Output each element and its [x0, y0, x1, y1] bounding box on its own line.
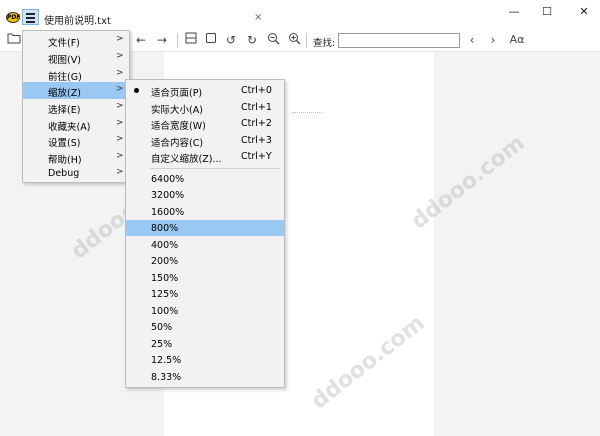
- chevron-right-icon: >: [116, 118, 124, 128]
- chevron-right-icon: >: [116, 51, 124, 61]
- shortcut-label: Ctrl+0: [241, 85, 272, 96]
- menu-item-label: 前往(G): [48, 72, 82, 83]
- menu-item-label: 1600%: [151, 207, 185, 218]
- find-next-icon[interactable]: ›: [485, 32, 501, 48]
- forward-arrow-icon[interactable]: →: [154, 32, 170, 48]
- main-menu: 文件(F) > 视图(V) > 前往(G) > 缩放(Z) > 选择(E) > …: [22, 30, 130, 183]
- rotate-right-icon[interactable]: ↻: [244, 32, 260, 48]
- menu-item-label: 文件(F): [48, 38, 80, 49]
- menu-item-label: 400%: [151, 240, 179, 251]
- zoom-level-item[interactable]: 12.5%: [126, 352, 284, 368]
- document-text-line: [292, 112, 322, 115]
- menu-item-help[interactable]: 帮助(H) >: [23, 149, 129, 166]
- zoom-level-item[interactable]: 50%: [126, 319, 284, 335]
- zoom-level-item-highlighted[interactable]: 800%: [126, 220, 284, 236]
- maximize-button[interactable]: ☐: [535, 4, 559, 20]
- zoom-level-item[interactable]: 25%: [126, 336, 284, 352]
- shortcut-label: Ctrl+1: [241, 102, 272, 113]
- menu-item-label: 自定义缩放(Z)...: [151, 154, 222, 165]
- menu-item-label: 125%: [151, 289, 179, 300]
- chevron-right-icon: >: [116, 68, 124, 78]
- zoom-fit-page-item[interactable]: 适合页面(P) Ctrl+0: [126, 82, 284, 99]
- zoom-in-icon[interactable]: [286, 32, 302, 48]
- zoom-level-item[interactable]: 6400%: [126, 171, 284, 187]
- menu-item-view[interactable]: 视图(V) >: [23, 49, 129, 66]
- minimize-button[interactable]: —: [502, 4, 526, 20]
- zoom-level-item[interactable]: 100%: [126, 303, 284, 319]
- zoom-fit-width-item[interactable]: 适合宽度(W) Ctrl+2: [126, 115, 284, 132]
- menu-item-label: 200%: [151, 256, 179, 267]
- menu-item-goto[interactable]: 前往(G) >: [23, 66, 129, 83]
- menu-item-zoom[interactable]: 缩放(Z) >: [23, 82, 129, 99]
- chevron-right-icon: >: [116, 34, 124, 44]
- shortcut-label: Ctrl+2: [241, 118, 272, 129]
- menu-item-select[interactable]: 选择(E) >: [23, 99, 129, 116]
- zoom-level-item[interactable]: 125%: [126, 286, 284, 302]
- shortcut-label: Ctrl+Y: [241, 151, 272, 162]
- menu-item-file[interactable]: 文件(F) >: [23, 32, 129, 49]
- menu-item-label: 800%: [151, 223, 179, 234]
- document-tab-title[interactable]: 使用前说明.txt: [44, 12, 111, 27]
- menu-item-label: 设置(S): [48, 138, 81, 149]
- rotate-left-icon[interactable]: ↺: [223, 32, 239, 48]
- menu-item-label: 适合页面(P): [151, 88, 203, 99]
- menu-item-label: 25%: [151, 339, 173, 350]
- chevron-right-icon: >: [116, 151, 124, 161]
- menu-item-favorites[interactable]: 收藏夹(A) >: [23, 116, 129, 133]
- menu-separator: [150, 168, 280, 169]
- toolbar-divider: [306, 33, 307, 48]
- zoom-level-item[interactable]: 400%: [126, 237, 284, 253]
- close-window-button[interactable]: ✕: [572, 4, 596, 20]
- menu-item-label: 12.5%: [151, 355, 182, 366]
- zoom-out-icon[interactable]: [265, 32, 281, 48]
- menu-item-label: 适合宽度(W): [151, 121, 206, 132]
- menu-item-label: Debug: [48, 168, 80, 179]
- shortcut-label: Ctrl+3: [241, 135, 272, 146]
- actual-size-icon[interactable]: [203, 32, 219, 48]
- font-settings-icon[interactable]: Aα: [507, 32, 527, 48]
- zoom-submenu: 适合页面(P) Ctrl+0 实际大小(A) Ctrl+1 适合宽度(W) Ct…: [125, 79, 285, 388]
- back-arrow-icon[interactable]: ←: [133, 32, 149, 48]
- menu-item-label: 100%: [151, 306, 179, 317]
- chevron-right-icon: >: [116, 134, 124, 144]
- app-logo-icon: PDF: [6, 12, 21, 23]
- menu-item-settings[interactable]: 设置(S) >: [23, 132, 129, 149]
- menu-item-label: 50%: [151, 322, 173, 333]
- menu-item-debug[interactable]: Debug >: [23, 165, 129, 182]
- chevron-right-icon: >: [116, 84, 124, 94]
- chevron-right-icon: >: [116, 101, 124, 111]
- zoom-level-item[interactable]: 200%: [126, 253, 284, 269]
- zoom-actual-size-item[interactable]: 实际大小(A) Ctrl+1: [126, 99, 284, 116]
- menu-item-label: 视图(V): [48, 55, 81, 66]
- menu-item-label: 8.33%: [151, 372, 182, 383]
- menu-item-label: 选择(E): [48, 105, 81, 116]
- zoom-level-item[interactable]: 3200%: [126, 187, 284, 203]
- chevron-right-icon: >: [116, 167, 124, 177]
- menu-item-label: 实际大小(A): [151, 105, 203, 116]
- zoom-custom-item[interactable]: 自定义缩放(Z)... Ctrl+Y: [126, 148, 284, 165]
- toolbar-divider: [177, 33, 178, 48]
- zoom-fit-content-item[interactable]: 适合内容(C) Ctrl+3: [126, 132, 284, 149]
- fit-page-icon[interactable]: [183, 32, 199, 48]
- find-prev-icon[interactable]: ‹: [464, 32, 480, 48]
- menu-item-label: 收藏夹(A): [48, 122, 91, 133]
- zoom-level-item[interactable]: 1600%: [126, 204, 284, 220]
- hamburger-menu-button[interactable]: [22, 9, 39, 25]
- menu-item-label: 适合内容(C): [151, 138, 204, 149]
- folder-icon[interactable]: [6, 32, 22, 48]
- zoom-level-item[interactable]: 8.33%: [126, 369, 284, 385]
- title-bar: PDF 使用前说明.txt × — ☐ ✕: [0, 0, 600, 30]
- menu-item-label: 3200%: [151, 190, 185, 201]
- menu-item-label: 6400%: [151, 174, 185, 185]
- checked-bullet-icon: [134, 88, 139, 93]
- zoom-level-item[interactable]: 150%: [126, 270, 284, 286]
- tab-close-icon[interactable]: ×: [254, 12, 262, 23]
- menu-item-label: 帮助(H): [48, 155, 82, 166]
- menu-item-label: 150%: [151, 273, 179, 284]
- find-input[interactable]: [338, 33, 460, 48]
- find-label: 查找:: [313, 38, 336, 49]
- menu-item-label: 缩放(Z): [48, 88, 81, 99]
